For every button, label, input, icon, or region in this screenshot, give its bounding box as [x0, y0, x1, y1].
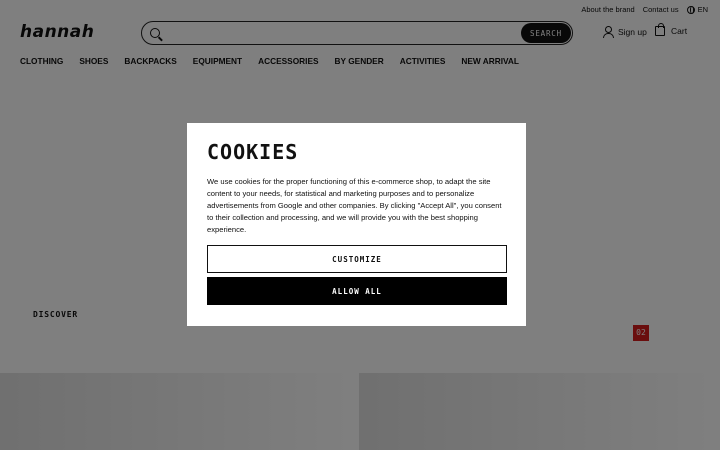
allow-all-button[interactable]: ALLOW ALL	[207, 277, 507, 305]
cookie-dialog-text: We use cookies for the proper functionin…	[207, 177, 502, 234]
cookie-dialog-title: COOKIES	[207, 140, 299, 164]
cookie-dialog: COOKIES We use cookies for the proper fu…	[187, 123, 526, 326]
customize-button[interactable]: CUSTOMIZE	[207, 245, 507, 273]
